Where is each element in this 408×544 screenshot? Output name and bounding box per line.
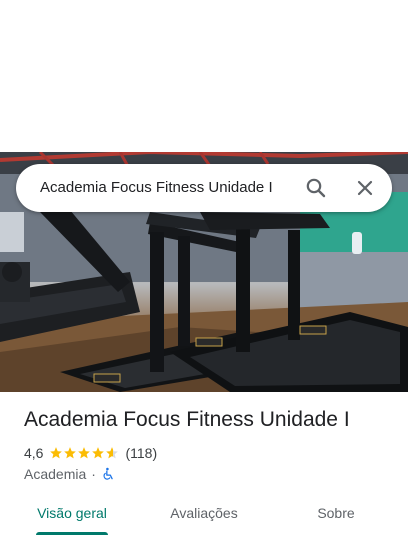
map-area-blank — [0, 0, 408, 152]
place-tabs: Visão geral Avaliações Sobre — [0, 494, 408, 544]
close-icon — [357, 180, 373, 196]
active-tab-indicator — [36, 532, 108, 535]
star-full-icon — [50, 447, 63, 459]
category-row: Academia · — [24, 465, 115, 483]
tab-about[interactable]: Sobre — [296, 494, 376, 538]
place-title: Academia Focus Fitness Unidade I — [24, 408, 350, 431]
search-icon — [306, 178, 326, 198]
tab-reviews[interactable]: Avaliações — [152, 494, 256, 538]
rating-value: 4,6 — [24, 445, 44, 461]
clear-search-button[interactable] — [347, 170, 383, 206]
star-full-icon — [92, 447, 105, 459]
rating-row[interactable]: 4,6 (118) — [24, 444, 157, 462]
star-full-icon — [64, 447, 77, 459]
search-query-text[interactable]: Academia Focus Fitness Unidade I — [40, 164, 294, 212]
star-full-icon — [78, 447, 91, 459]
search-bar[interactable]: Academia Focus Fitness Unidade I — [16, 164, 392, 212]
star-half-icon — [106, 447, 119, 459]
place-category: Academia — [24, 466, 87, 482]
search-button[interactable] — [298, 170, 334, 206]
star-rating — [49, 446, 119, 460]
separator-dot: · — [91, 466, 96, 482]
review-count[interactable]: (118) — [125, 445, 157, 461]
wheelchair-icon — [103, 467, 113, 480]
